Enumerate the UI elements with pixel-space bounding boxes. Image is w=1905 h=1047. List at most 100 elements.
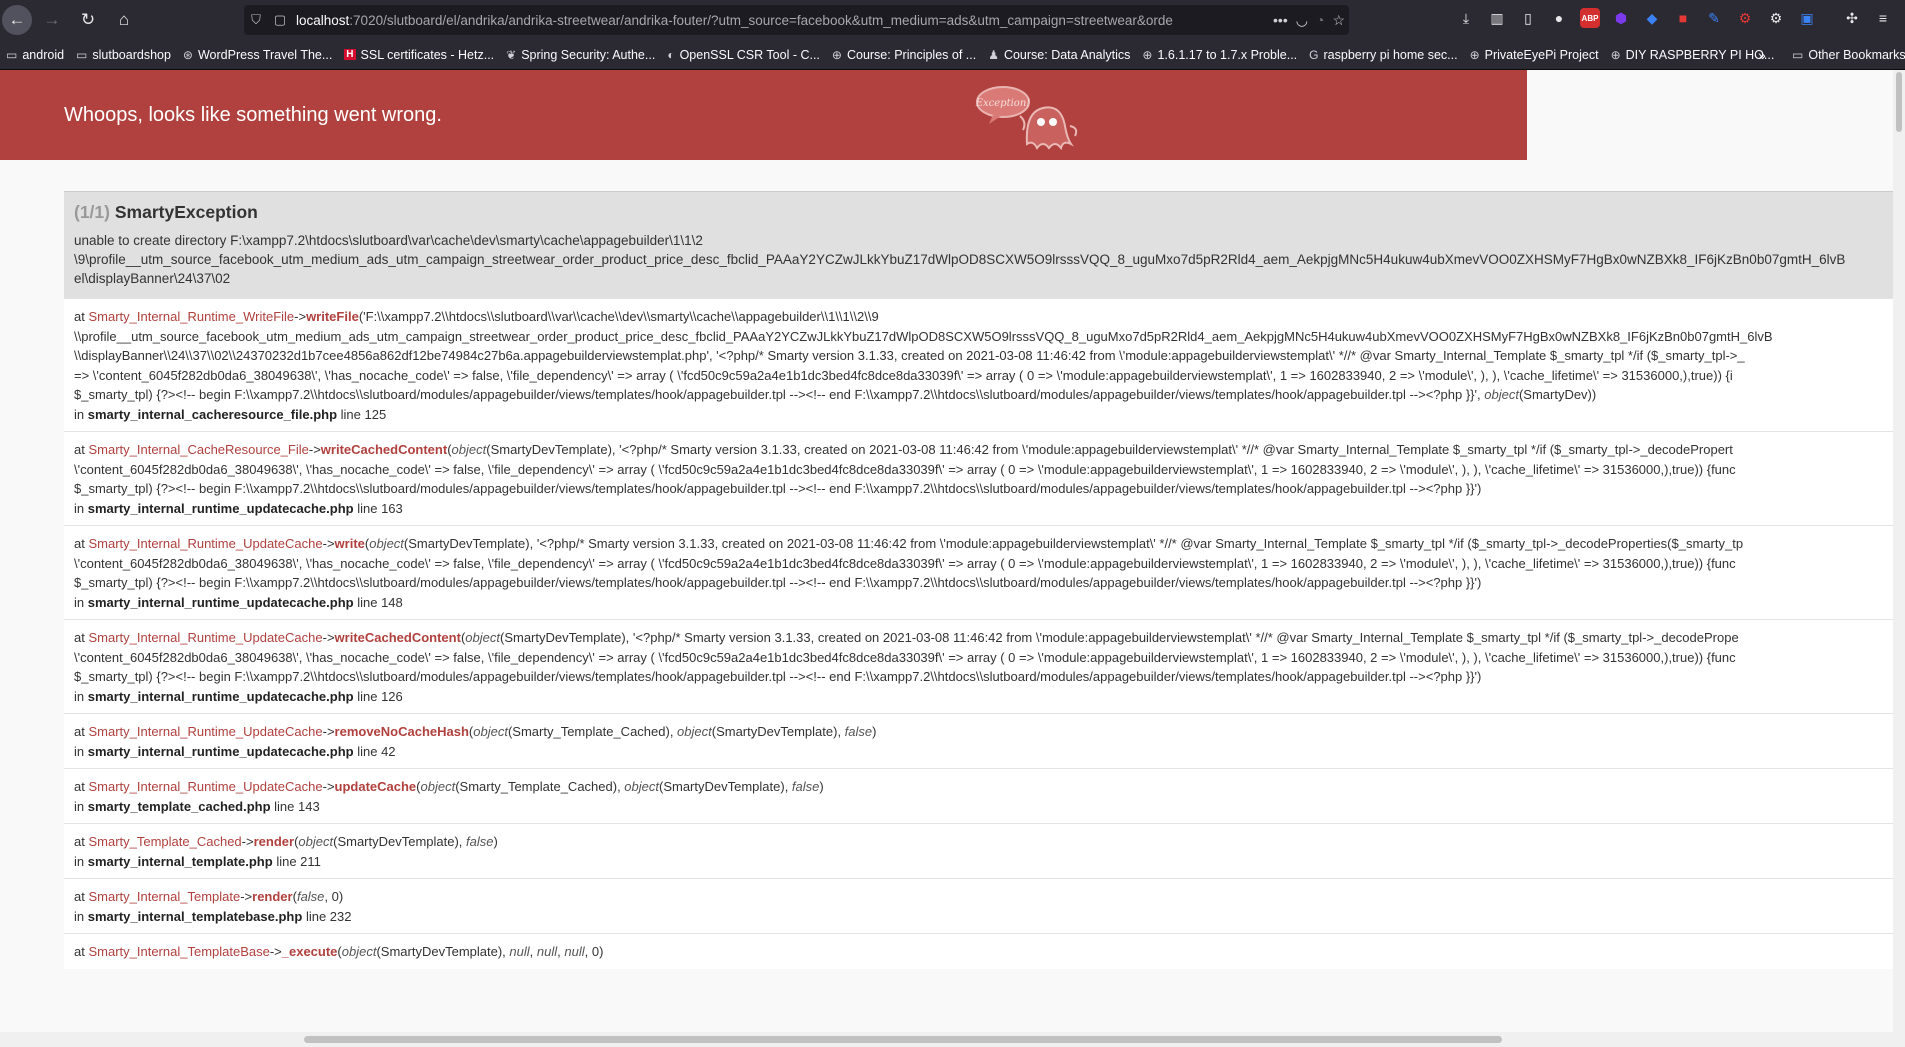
trace-call: at Smarty_Internal_Runtime_WriteFile->wr…	[74, 309, 879, 324]
trace-class: Smarty_Internal_Runtime_WriteFile	[88, 309, 295, 324]
trace-frame: at Smarty_Template_Cached->render(object…	[64, 823, 1905, 878]
url-text[interactable]: localhost:7020/slutboard/el/andrika/andr…	[296, 13, 1226, 28]
trace-args-continued: \'content_6045f282db0da6_38049638\', \'h…	[74, 461, 1736, 477]
trace-args: ('F:\\xampp7.2\\htdocs\\slutboard\\var\\…	[358, 309, 879, 324]
page-info-icon[interactable]: ▢	[268, 12, 292, 28]
horizontal-scroll-thumb[interactable]	[304, 1036, 1502, 1043]
trace-call: at Smarty_Internal_Runtime_UpdateCache->…	[74, 724, 877, 739]
extension-pen-icon[interactable]: ✎	[1704, 8, 1724, 28]
horizontal-scrollbar[interactable]	[0, 1032, 1893, 1047]
adblock-icon[interactable]: ABP	[1580, 8, 1600, 28]
other-bookmarks[interactable]: ▭ Other Bookmarks	[1786, 48, 1905, 62]
bookmarks-bar: ▭ android ▭ slutboardshop ⊛ WordPress Travel …	[0, 40, 1905, 70]
folder-icon: ▭	[1792, 47, 1804, 62]
account-icon[interactable]: ●	[1549, 8, 1569, 28]
ghost-exception-label: Exception!	[975, 98, 1030, 109]
trace-frame: at Smarty_Internal_Runtime_UpdateCache->…	[64, 525, 1905, 619]
page-actions-button[interactable]: •••	[1273, 12, 1288, 29]
trace-call: at Smarty_Internal_TemplateBase->_execut…	[74, 944, 604, 959]
trace-method: writeCachedContent	[320, 442, 448, 457]
trace-call: at Smarty_Template_Cached->render(object…	[74, 834, 498, 849]
bookmark-item[interactable]: ❦ Spring Security: Authe...	[500, 48, 661, 62]
globe-icon: ⊕	[1469, 47, 1480, 62]
extensions-icon[interactable]: ✣	[1842, 8, 1862, 28]
toolbar-extensions: ⤓ ▥ ▯ ● ABP ⬢ ◆ ■ ✎ ⚙ ⚙ ▣ ✣ ≡	[1456, 8, 1893, 28]
exception-heading: (1/1) SmartyException	[74, 202, 1904, 223]
extension-red-icon[interactable]: ■	[1673, 8, 1693, 28]
shield-icon[interactable]: ⛉	[244, 12, 268, 28]
trace-call: at Smarty_Internal_Runtime_UpdateCache->…	[74, 630, 1739, 645]
trace-call: at Smarty_Internal_CacheResource_File->w…	[74, 442, 1733, 457]
reader-icon[interactable]: ◔	[1316, 12, 1324, 29]
browser-toolbar: ← → ↻ ⌂ ⛉ ▢ localhost:7020/slutboard/el/…	[0, 0, 1905, 40]
extension-hex-icon[interactable]: ⬢	[1611, 8, 1631, 28]
trace-method: render	[252, 889, 293, 904]
trace-args-continued: $_smarty_tpl) {?><!-- begin F:\\xampp7.2…	[74, 575, 1482, 590]
bookmark-label: 1.6.1.17 to 1.7.x Proble...	[1157, 47, 1298, 62]
trace-args-continued: $_smarty_tpl) {?><!-- begin F:\\xampp7.2…	[74, 387, 1597, 402]
bookmark-item[interactable]: ◐ OpenSSL CSR Tool - C...	[661, 48, 826, 62]
trace-args: (object(SmartyDevTemplate), '<?php/* Sma…	[460, 630, 1739, 645]
extension-gear-red-icon[interactable]: ⚙	[1735, 8, 1755, 28]
download-icon[interactable]: ⤓	[1456, 8, 1476, 28]
vertical-scrollbar[interactable]	[1893, 70, 1905, 1047]
bookmarks-overflow-icon[interactable]: »	[1758, 47, 1766, 63]
bookmark-item[interactable]: ⊕ 1.6.1.17 to 1.7.x Proble...	[1136, 48, 1303, 62]
trace-file: smarty_internal_runtime_updatecache.php	[87, 688, 354, 704]
trace-args: (object(SmartyDevTemplate), null, null, …	[337, 944, 604, 959]
pocket-icon[interactable]: ◡	[1296, 12, 1308, 29]
trace-method: write	[334, 536, 365, 551]
trace-location: in smarty_template_cached.php line 143	[74, 798, 320, 814]
bookmark-label: PrivateEyePi Project	[1484, 47, 1599, 62]
bookmark-label: Course: Data Analytics	[1003, 47, 1131, 62]
folder-icon: ▭	[6, 47, 18, 62]
trace-frame: at Smarty_Internal_Runtime_WriteFile->wr…	[64, 298, 1905, 431]
bookmark-item[interactable]: ⊕ DIY RASPBERRY PI HO...	[1605, 48, 1781, 62]
forward-button[interactable]: →	[36, 4, 68, 36]
back-button[interactable]: ←	[2, 5, 32, 35]
trace-class: Smarty_Template_Cached	[88, 834, 242, 849]
bookmark-item[interactable]: ▭ slutboardshop	[70, 48, 177, 62]
trace-args-continued: \\displayBanner\\24\\37\\02\\24370232d1b…	[74, 348, 1745, 363]
trace-frame: at Smarty_Internal_Runtime_UpdateCache->…	[64, 713, 1905, 768]
trace-args-continued: \'content_6045f282db0da6_38049638\', \'h…	[74, 649, 1736, 665]
menu-icon[interactable]: ≡	[1873, 8, 1893, 28]
library-icon[interactable]: ▥	[1487, 8, 1507, 28]
url-bar[interactable]: ⛉ ▢ localhost:7020/slutboard/el/andrika/…	[244, 5, 1349, 35]
bookmark-item[interactable]: ▭ android	[0, 48, 70, 62]
trace-args: (false, 0)	[292, 889, 344, 904]
globe-icon: ⊕	[1142, 47, 1153, 62]
bookmark-item[interactable]: ⊛ WordPress Travel The...	[177, 48, 338, 62]
sidebar-icon[interactable]: ▯	[1518, 8, 1538, 28]
home-button[interactable]: ⌂	[108, 4, 140, 36]
trace-class: Smarty_Internal_Runtime_UpdateCache	[88, 724, 323, 739]
extension-diamond-icon[interactable]: ◆	[1642, 8, 1662, 28]
extension-gear-icon[interactable]: ⚙	[1766, 8, 1786, 28]
trace-file: smarty_template_cached.php	[87, 798, 271, 814]
trace-method: _execute	[281, 944, 338, 959]
trace-file: smarty_internal_runtime_updatecache.php	[87, 594, 354, 610]
bookmark-star-icon[interactable]: ☆	[1332, 12, 1345, 29]
trace-method: writeFile	[306, 309, 359, 324]
bookmark-item[interactable]: ⊕ Course: Principles of ...	[826, 48, 982, 62]
exception-message: unable to create directory F:\xampp7.2\h…	[74, 231, 1904, 288]
trace-method: writeCachedContent	[334, 630, 461, 645]
bookmark-item[interactable]: ♟ Course: Data Analytics	[982, 48, 1136, 62]
reload-button[interactable]: ↻	[72, 4, 104, 36]
trace-line: line 126	[357, 688, 403, 704]
exception-header: Whoops, looks like something went wrong.…	[0, 70, 1527, 160]
bookmark-item[interactable]: Graspberry pi home sec...	[1303, 48, 1463, 62]
trace-line: line 211	[276, 853, 321, 869]
bookmark-item[interactable]: H SSL certificates - Hetz...	[338, 48, 500, 62]
trace-line: line 42	[357, 743, 396, 759]
other-bookmarks-label: Other Bookmarks	[1808, 47, 1905, 62]
trace-file: smarty_internal_runtime_updatecache.php	[87, 500, 354, 516]
vertical-scroll-thumb[interactable]	[1896, 72, 1902, 132]
extension-s-icon[interactable]: ▣	[1797, 8, 1817, 28]
trace-method: render	[253, 834, 295, 849]
trace-method: updateCache	[334, 779, 417, 794]
stack-trace: at Smarty_Internal_Runtime_WriteFile->wr…	[64, 298, 1905, 969]
bookmark-item[interactable]: ⊕ PrivateEyePi Project	[1464, 48, 1605, 62]
trace-call: at Smarty_Internal_Runtime_UpdateCache->…	[74, 536, 1744, 551]
bookmark-label: SSL certificates - Hetz...	[360, 47, 495, 62]
